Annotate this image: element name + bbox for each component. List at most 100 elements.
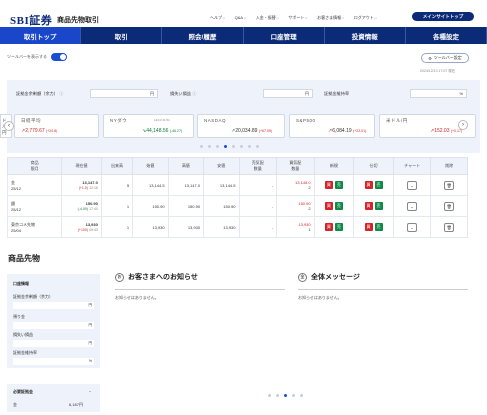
tab-trade-top[interactable]: 取引トップ bbox=[0, 27, 82, 44]
tab-market-info[interactable]: 投資情報 bbox=[325, 27, 406, 44]
help-link[interactable]: ヘルプ bbox=[210, 15, 225, 21]
toolbar-settings-label: ツールバー設定 bbox=[433, 55, 462, 60]
ticker-value: ↘44,148.56 (-46.27) bbox=[142, 128, 183, 134]
ticker-next-icon[interactable]: › bbox=[458, 120, 468, 130]
logout-link[interactable]: ログアウト bbox=[354, 15, 377, 21]
sell-button[interactable]: 売 bbox=[374, 223, 383, 231]
open-cell: 13,930 bbox=[132, 216, 169, 238]
close-order-cell: 買売 bbox=[353, 195, 394, 217]
sell-button[interactable]: 売 bbox=[374, 181, 383, 189]
message-title: 全体メッセージ bbox=[311, 274, 360, 281]
buy-button[interactable]: 買 bbox=[324, 181, 333, 189]
toolbar-settings-button[interactable]: ⚙ ツールバー設定 bbox=[421, 53, 469, 63]
margin-ratio-field: % bbox=[410, 89, 467, 98]
pager-dot[interactable] bbox=[216, 145, 219, 148]
trash-icon[interactable]: 🗑 bbox=[444, 201, 455, 211]
sbi-logo[interactable]: SBI証券 bbox=[10, 12, 52, 28]
buy-button[interactable]: 買 bbox=[364, 181, 373, 189]
high-cell: 150.90 bbox=[167, 195, 205, 217]
account-field-value: 円 bbox=[13, 322, 94, 329]
main-site-button[interactable]: メインサイトトップ bbox=[412, 12, 474, 21]
col-low: 安値 bbox=[203, 157, 240, 175]
ticker-name: 米ドル/円 bbox=[386, 118, 408, 123]
buy-button[interactable]: 買 bbox=[364, 223, 373, 231]
pager-dot[interactable] bbox=[232, 145, 235, 148]
required-margin-label: 金 bbox=[13, 402, 17, 407]
timestamp: 2024/12/13 17:07 現在 bbox=[420, 69, 456, 73]
pager-dot[interactable] bbox=[240, 145, 243, 148]
low-cell: 13,930 bbox=[203, 216, 240, 238]
ticker-value: ↗20,034.89 (+67.05) bbox=[231, 128, 272, 134]
ticker-name: 日経平均 bbox=[21, 118, 41, 123]
sell-button[interactable]: 売 bbox=[334, 202, 343, 210]
new-order-cell: 買売 bbox=[313, 174, 355, 196]
bid-cell: 13,930 1 bbox=[276, 216, 315, 238]
tab-trade[interactable]: 取引 bbox=[81, 27, 163, 44]
ticker-card[interactable]: 日経平均 ↗2,779.67 (+20.8) bbox=[14, 114, 99, 138]
tab-account[interactable]: 口座管理 bbox=[244, 27, 325, 44]
col-new: 新規 bbox=[313, 157, 355, 175]
ticker-value: ↗2,779.67 (+20.8) bbox=[21, 128, 58, 134]
buy-button[interactable]: 買 bbox=[324, 223, 333, 231]
price-cell: 13,930 (+100) 09:43 bbox=[61, 216, 102, 238]
collapse-icon[interactable]: − bbox=[89, 389, 91, 394]
page-pager bbox=[268, 394, 303, 397]
delete-cell: 🗑 bbox=[430, 195, 468, 217]
sell-button[interactable]: 売 bbox=[374, 202, 383, 210]
chart-icon[interactable]: ⌄ bbox=[407, 180, 418, 190]
product-cell[interactable]: 銀 25/12 bbox=[6, 195, 63, 217]
trash-icon[interactable]: 🗑 bbox=[444, 180, 455, 190]
message-body: お知らせはありません。 bbox=[298, 295, 342, 300]
product-cell[interactable]: 金 25/12 bbox=[6, 174, 63, 196]
ticker-prev-icon[interactable]: ‹ bbox=[4, 121, 14, 131]
toolbar-toggle-switch[interactable] bbox=[51, 53, 67, 61]
pager-dot[interactable] bbox=[300, 394, 303, 397]
low-cell: 13,144.5 bbox=[203, 174, 240, 196]
high-cell: 13,147.0 bbox=[167, 174, 205, 196]
col-price: 現在値 bbox=[61, 157, 102, 175]
ticker-card[interactable]: NASDAQ ↗20,034.89 (+67.05) bbox=[197, 114, 285, 138]
support-link[interactable]: サポート bbox=[288, 15, 307, 21]
unrealized-pnl-field: 円 bbox=[263, 89, 313, 98]
customer-info-link[interactable]: お客さま情報 bbox=[317, 15, 344, 21]
ticker-card[interactable]: NYダウ 12/13 21:51 ↘44,148.56 (-46.27) bbox=[103, 114, 194, 138]
margin-ratio-label: 証拠金維持率 bbox=[324, 91, 350, 96]
margin-surplus-label: 証拠金余剰額（余力） ⓘ bbox=[16, 91, 64, 96]
tab-history[interactable]: 照会/履歴 bbox=[162, 27, 244, 44]
ticker-card[interactable]: S&P500 ↗6,084.19 (+22.01) bbox=[289, 114, 375, 138]
tab-settings[interactable]: 各種設定 bbox=[406, 27, 487, 44]
chart-icon[interactable]: ⌄ bbox=[407, 222, 418, 232]
ticker-name: S&P500 bbox=[296, 118, 316, 123]
trash-icon[interactable]: 🗑 bbox=[444, 222, 455, 232]
close-order-cell: 買売 bbox=[353, 174, 394, 196]
col-volume: 出来高 bbox=[100, 157, 134, 175]
deposit-link[interactable]: 入金・振替 bbox=[256, 15, 279, 21]
divider bbox=[115, 289, 285, 290]
account-field-label: 証拠金余剰額（余力） bbox=[13, 294, 53, 299]
faq-link[interactable]: Q&A bbox=[235, 15, 246, 21]
pager-dot[interactable] bbox=[208, 145, 211, 148]
pager-dot[interactable] bbox=[268, 394, 271, 397]
pager-dot[interactable] bbox=[276, 394, 279, 397]
buy-button[interactable]: 買 bbox=[324, 202, 333, 210]
section-title: 商品先物 bbox=[8, 254, 40, 263]
sell-button[interactable]: 売 bbox=[334, 181, 343, 189]
gear-icon: ⚙ bbox=[428, 55, 432, 61]
sell-button[interactable]: 売 bbox=[334, 223, 343, 231]
account-field-label: 証拠金維持率 bbox=[13, 350, 37, 355]
pager-dot[interactable] bbox=[248, 145, 251, 148]
pager-dot[interactable] bbox=[292, 394, 295, 397]
chart-icon[interactable]: ⌄ bbox=[407, 201, 418, 211]
table-row: 銀 25/12 150.90 (-4.00) 17:40 1 150.90 150.90 15… bbox=[6, 195, 468, 217]
pager-dot[interactable] bbox=[284, 394, 287, 397]
buy-button[interactable]: 買 bbox=[364, 202, 373, 210]
ticker-name: NASDAQ bbox=[204, 118, 227, 123]
quote-table: 商品 限月 現在値 出来高 始値 高値 安値 売気配 数量 買気配 数量 新規 仕切 … bbox=[6, 157, 468, 238]
pager-dot[interactable] bbox=[200, 145, 203, 148]
pager-dot[interactable] bbox=[224, 145, 227, 148]
ask-cell: - bbox=[238, 216, 278, 238]
unrealized-pnl-label: 損失い損益 ⓘ bbox=[170, 91, 197, 96]
product-cell[interactable]: 東京コメ先物 25/04 bbox=[6, 216, 63, 238]
pager-dot[interactable] bbox=[256, 145, 259, 148]
volume-cell: 1 bbox=[100, 216, 134, 238]
